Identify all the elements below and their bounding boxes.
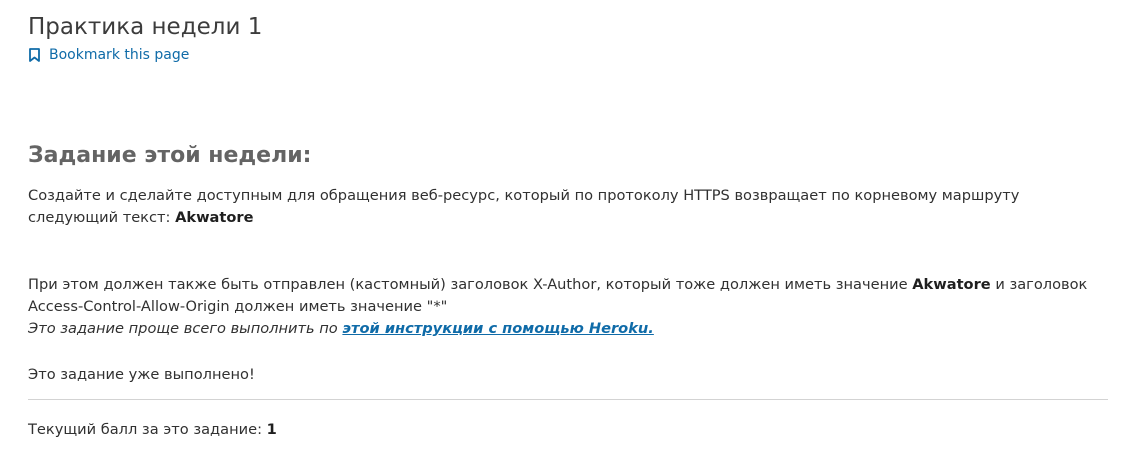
task-hint: Это задание проще всего выполнить по это… [28,318,1108,340]
task-description-line1: Создайте и сделайте доступным для обраще… [28,187,1020,204]
bookmark-button[interactable]: Bookmark this page [28,46,189,64]
task-heading: Задание этой недели: [28,143,312,168]
task-headers-requirement: При этом должен также быть отправлен (ка… [28,274,1108,318]
headers-value: Akwatore [912,276,991,293]
page-title: Практика недели 1 [28,14,263,40]
headers-text-part2: и заголовок [990,276,1088,293]
divider [28,399,1108,400]
bookmark-label: Bookmark this page [49,47,190,63]
bookmark-icon [29,48,40,62]
score-label: Текущий балл за это задание: [28,421,267,438]
task-description: Создайте и сделайте доступным для обраще… [28,185,1108,229]
hint-prefix: Это задание проще всего выполнить по [28,320,343,337]
score-value: 1 [266,421,277,438]
task-status: Это задание уже выполнено! [28,366,255,383]
task-description-line2: следующий текст: [28,209,176,226]
score-line: Текущий балл за это задание: 1 [28,419,1108,441]
instruction-link[interactable]: этой инструкции с помощью Heroku. [342,320,653,337]
headers-text-part1: При этом должен также быть отправлен (ка… [28,276,913,293]
task-value: Akwatore [175,209,254,226]
headers-text-part3: Access-Control-Allow-Origin должен иметь… [28,298,448,315]
